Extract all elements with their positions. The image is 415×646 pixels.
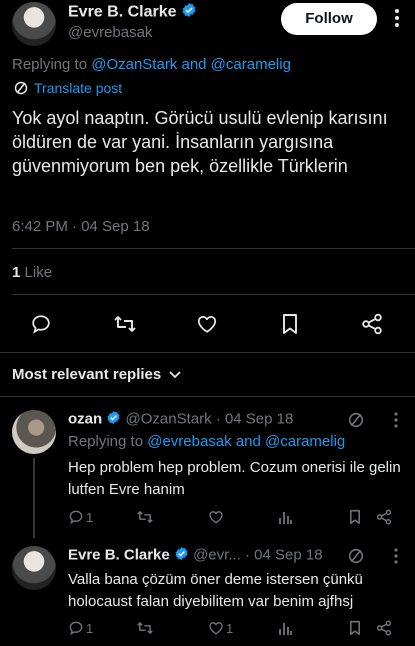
reply-icon[interactable] bbox=[30, 313, 52, 335]
like-count: 1 bbox=[226, 620, 234, 636]
author-avatar[interactable] bbox=[12, 2, 56, 46]
reply-avatar[interactable] bbox=[12, 546, 56, 590]
replying-to-prefix: Replying to bbox=[12, 56, 88, 73]
reply-count: 1 bbox=[86, 509, 94, 525]
reply-icon bbox=[68, 620, 84, 636]
bookmark-icon[interactable] bbox=[280, 313, 300, 335]
bookmark-icon[interactable] bbox=[348, 509, 362, 525]
share-icon[interactable] bbox=[376, 509, 392, 525]
bookmark-icon[interactable] bbox=[348, 620, 362, 636]
reply-header: Evre B. Clarke @evr... · 04 Sep 18 bbox=[68, 546, 323, 565]
reply-replying-to-line: Replying to @evrebasak and @caramelig bbox=[68, 433, 345, 450]
translate-post-label: Translate post bbox=[34, 80, 123, 96]
likes-summary[interactable]: 1 Like bbox=[12, 264, 52, 281]
thread-line bbox=[33, 458, 35, 538]
likes-count: 1 bbox=[12, 264, 21, 281]
translate-icon bbox=[14, 81, 28, 95]
views-icon[interactable] bbox=[278, 620, 292, 636]
replying-to-users[interactable]: @OzanStark and @caramelig bbox=[91, 56, 291, 73]
verified-badge-icon bbox=[106, 410, 121, 429]
reply-header: ozan @OzanStark · 04 Sep 18 bbox=[68, 410, 293, 429]
like-icon[interactable] bbox=[208, 509, 224, 525]
translate-post-link[interactable]: Translate post bbox=[14, 80, 122, 96]
author-name[interactable]: Evre B. Clarke bbox=[68, 4, 177, 21]
reply-author-name[interactable]: Evre B. Clarke bbox=[68, 546, 170, 563]
reply-action-like[interactable]: 1 bbox=[208, 620, 233, 636]
divider bbox=[12, 294, 415, 295]
divider bbox=[0, 352, 415, 353]
reply-date: · 04 Sep 18 bbox=[215, 410, 294, 428]
like-icon[interactable] bbox=[196, 313, 218, 335]
repost-icon[interactable] bbox=[136, 620, 154, 636]
post-timestamp: 6:42 PM · 04 Sep 18 bbox=[12, 218, 150, 235]
reply-count: 1 bbox=[86, 620, 94, 636]
replying-to-prefix: Replying to bbox=[68, 433, 144, 450]
follow-button[interactable]: Follow bbox=[281, 3, 377, 35]
repost-icon[interactable] bbox=[136, 509, 154, 525]
divider bbox=[12, 248, 415, 249]
reply-date: · 04 Sep 18 bbox=[245, 546, 323, 564]
replying-to-line: Replying to @OzanStark and @caramelig bbox=[12, 56, 291, 73]
likes-label: Like bbox=[24, 264, 53, 281]
reply-avatar[interactable] bbox=[12, 410, 56, 454]
reply-action-reply[interactable]: 1 bbox=[68, 620, 93, 636]
verified-badge-icon bbox=[181, 2, 197, 23]
author-name-row: Evre B. Clarke bbox=[68, 2, 197, 23]
chevron-down-icon bbox=[169, 370, 181, 379]
reply-author-handle: @evr... bbox=[193, 546, 241, 564]
replies-sort-label: Most relevant replies bbox=[12, 366, 162, 383]
repost-icon[interactable] bbox=[113, 313, 137, 335]
verified-badge-icon bbox=[174, 546, 189, 565]
replying-to-users[interactable]: @evrebasak and @caramelig bbox=[147, 433, 345, 450]
author-handle: @evrebasak bbox=[68, 24, 153, 41]
replies-sort-dropdown[interactable]: Most relevant replies bbox=[12, 366, 181, 383]
reply-icon bbox=[68, 509, 84, 525]
views-icon[interactable] bbox=[278, 509, 292, 525]
reply-text: Hep problem hep problem. Cozum onerisi i… bbox=[68, 459, 401, 498]
reply-text: Valla bana çözüm öner deme istersen çünk… bbox=[68, 571, 363, 610]
translate-icon[interactable] bbox=[348, 548, 364, 564]
post-text: Yok ayol naaptın. Görücü usulü evlenip k… bbox=[12, 108, 388, 176]
translate-icon[interactable] bbox=[348, 412, 364, 428]
share-icon[interactable] bbox=[376, 620, 392, 636]
reply-author-handle: @OzanStark bbox=[125, 410, 212, 428]
reply-author-name[interactable]: ozan bbox=[68, 410, 102, 427]
share-icon[interactable] bbox=[361, 313, 383, 335]
more-options-icon[interactable] bbox=[394, 412, 398, 428]
more-options-icon[interactable] bbox=[394, 548, 398, 564]
divider bbox=[0, 396, 415, 397]
more-options-icon[interactable] bbox=[394, 8, 400, 28]
reply-action-reply[interactable]: 1 bbox=[68, 509, 93, 525]
like-icon bbox=[208, 620, 224, 636]
